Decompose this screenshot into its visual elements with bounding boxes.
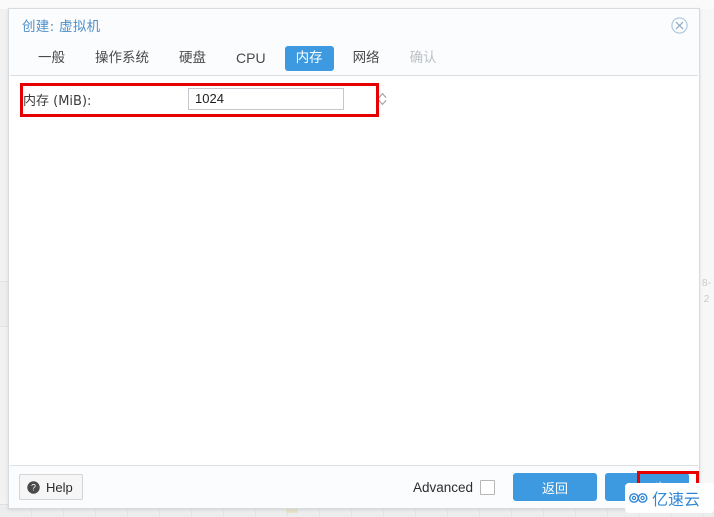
tab-hard-disk-label: 硬盘: [179, 49, 206, 66]
watermark-text: 亿速云: [652, 490, 701, 509]
tab-confirm: 确认: [399, 46, 448, 71]
wizard-tabstrip: 一般 操作系统 硬盘 CPU 内存 网络 确认: [9, 41, 699, 75]
tab-os[interactable]: 操作系统: [84, 46, 160, 71]
tab-cpu[interactable]: CPU: [225, 46, 277, 71]
create-vm-dialog: 创建: 虚拟机 一般 操作系统 硬盘 CPU 内存 网络 确认 内存 (MiB)…: [8, 8, 700, 509]
tab-os-label: 操作系统: [95, 49, 149, 66]
tab-general[interactable]: 一般: [27, 46, 76, 71]
tab-confirm-label: 确认: [409, 49, 437, 66]
tab-general-label: 一般: [38, 49, 65, 66]
help-button-label: Help: [46, 479, 73, 495]
tab-memory-label: 内存: [295, 49, 323, 66]
advanced-label: Advanced: [412, 479, 473, 495]
memory-form-row: 内存 (MiB):: [23, 88, 386, 110]
help-button[interactable]: ? Help: [19, 474, 83, 500]
dialog-body: 内存 (MiB):: [10, 75, 698, 466]
tab-network[interactable]: 网络: [342, 46, 391, 71]
svg-text:?: ?: [31, 482, 36, 492]
background-right-text-2: 2: [703, 294, 710, 305]
background-left-ghost-block: [0, 281, 8, 327]
dialog-title: 创建: 虚拟机: [22, 19, 101, 35]
background-right-text-1: 8-: [702, 278, 711, 289]
back-button-label: 返回: [541, 481, 568, 497]
tab-memory[interactable]: 内存: [284, 45, 334, 71]
memory-stepper[interactable]: [188, 88, 386, 110]
back-button[interactable]: 返回: [513, 473, 597, 501]
cloud-spiral-icon: [629, 493, 648, 503]
advanced-option[interactable]: Advanced: [412, 479, 495, 495]
memory-label: 内存 (MiB):: [23, 93, 92, 109]
tab-cpu-label: CPU: [236, 49, 266, 66]
question-mark-icon: ?: [27, 480, 40, 494]
close-circle-icon[interactable]: [667, 13, 691, 37]
spinner-up-down-icon[interactable]: [373, 89, 391, 109]
tab-hard-disk[interactable]: 硬盘: [168, 46, 217, 71]
background-right-rail: [699, 9, 714, 499]
dialog-titlebar: 创建: 虚拟机: [9, 9, 699, 41]
advanced-checkbox[interactable]: [480, 479, 495, 495]
dialog-footer: ? Help Advanced 返回 下一步: [9, 466, 699, 508]
watermark: 亿速云: [625, 483, 714, 513]
memory-input[interactable]: [189, 89, 373, 109]
tab-network-label: 网络: [352, 49, 380, 66]
background-ghost-text: ＿ ＿＿ ＿＿＿: [405, 1, 474, 7]
